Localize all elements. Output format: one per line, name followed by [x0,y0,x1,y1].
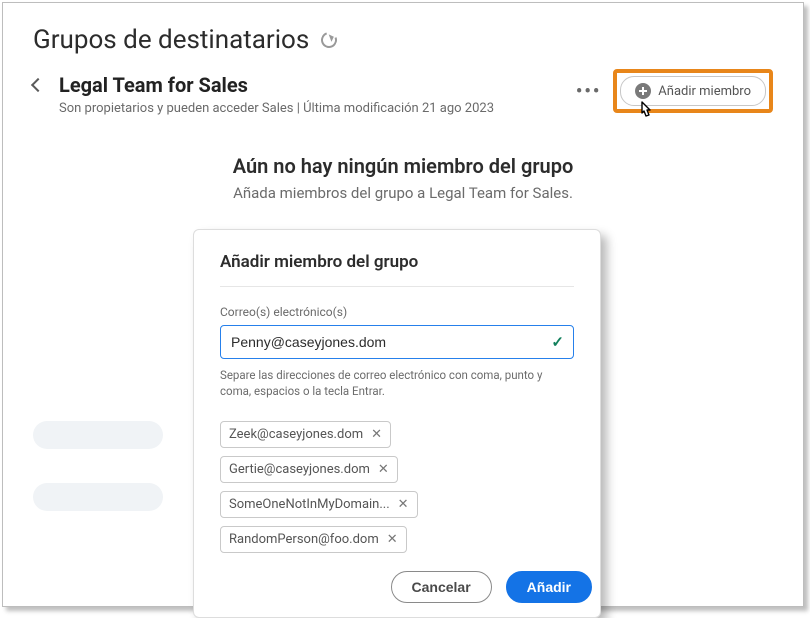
chip-label: Zeek@caseyjones.dom [229,427,363,442]
chip-remove-icon[interactable]: ✕ [387,533,398,546]
modal-title: Añadir miembro del grupo [220,252,574,286]
background-placeholder [33,421,163,449]
add-member-modal: Añadir miembro del grupo Correo(s) elect… [193,229,601,618]
chip-remove-icon[interactable]: ✕ [378,463,389,476]
page-title-row: Grupos de destinatarios [3,3,803,63]
email-chip[interactable]: Gertie@caseyjones.dom ✕ [220,456,398,483]
chip-label: Gertie@caseyjones.dom [229,462,370,477]
group-title: Legal Team for Sales [59,73,494,97]
empty-state-title: Aún no hay ningún miembro del grupo [3,154,803,178]
header-actions: ••• Añadir miembro [574,69,773,113]
plus-circle-icon [635,83,651,99]
email-input-wrap: ✓ [220,325,574,359]
add-button[interactable]: Añadir [506,571,592,603]
group-header-text: Legal Team for Sales Son propietarios y … [59,73,494,116]
chip-remove-icon[interactable]: ✕ [371,428,382,441]
empty-state-subtitle: Añada miembros del grupo a Legal Team fo… [3,184,803,202]
checkmark-icon: ✓ [551,333,564,351]
back-chevron-icon[interactable] [31,78,45,92]
page-title: Grupos de destinatarios [33,25,309,55]
email-field-label: Correo(s) electrónico(s) [220,305,574,319]
email-chip[interactable]: RandomPerson@foo.dom ✕ [220,526,407,553]
group-header: Legal Team for Sales Son propietarios y … [3,63,803,120]
chip-label: SomeOneNotInMyDomain... [229,497,390,512]
add-member-button[interactable]: Añadir miembro [620,76,766,106]
email-chip[interactable]: SomeOneNotInMyDomain... ✕ [220,491,418,518]
refresh-icon[interactable] [319,29,340,50]
app-frame: Grupos de destinatarios Legal Team for S… [2,2,804,607]
email-chip[interactable]: Zeek@caseyjones.dom ✕ [220,421,391,448]
chip-label: RandomPerson@foo.dom [229,532,379,547]
more-options-icon[interactable]: ••• [574,77,603,106]
chip-remove-icon[interactable]: ✕ [398,498,409,511]
cursor-pointer-icon [633,99,659,127]
email-chips: Zeek@caseyjones.dom ✕ Gertie@caseyjones.… [220,421,574,553]
email-helper-text: Separe las direcciones de correo electró… [220,367,574,399]
modal-actions: Cancelar Añadir [238,553,592,617]
empty-state: Aún no hay ningún miembro del grupo Añad… [3,154,803,202]
divider [220,286,574,287]
background-placeholder [33,483,163,511]
tutorial-highlight: Añadir miembro [613,69,773,113]
email-input[interactable] [220,325,574,359]
add-member-label: Añadir miembro [658,84,751,99]
group-subtitle: Son propietarios y pueden acceder Sales … [59,101,494,116]
cancel-button[interactable]: Cancelar [391,571,492,603]
